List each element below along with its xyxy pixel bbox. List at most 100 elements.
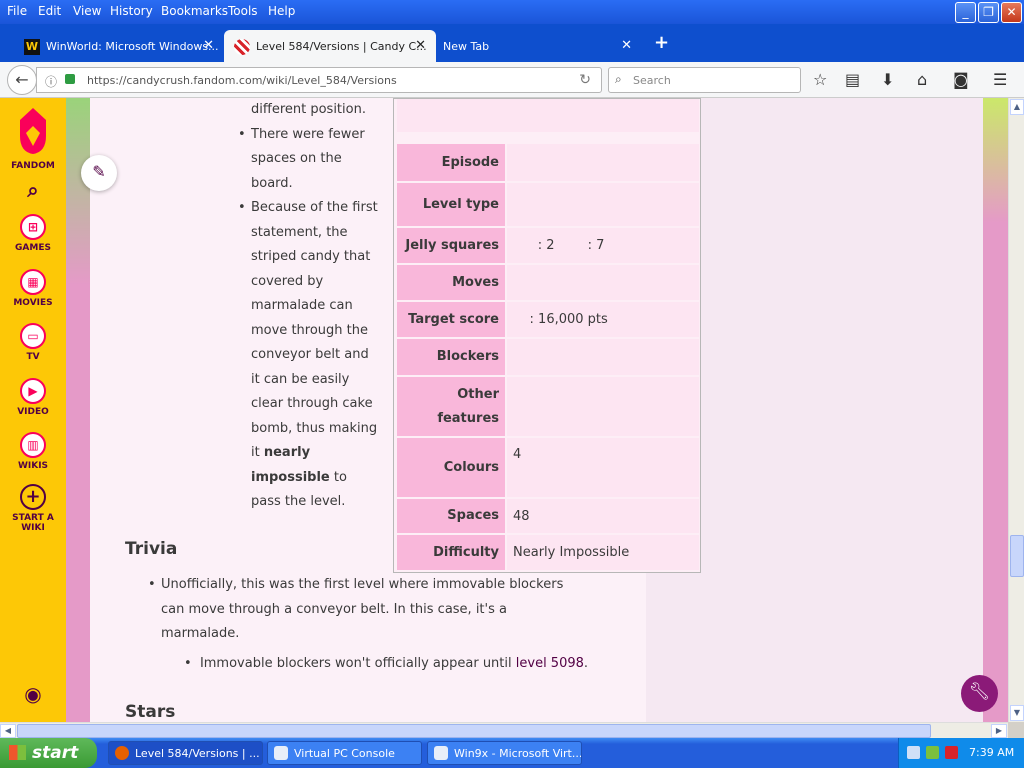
- fandom-logo-icon: [20, 108, 46, 154]
- tab-strip: W WinWorld: Microsoft Windows... ✕ Level…: [0, 24, 1024, 62]
- network-icon[interactable]: [907, 746, 920, 759]
- menu-tools[interactable]: Tools: [228, 4, 258, 18]
- url-bar[interactable]: ⓘ https://candycrush.fandom.com/wiki/Lev…: [36, 67, 602, 93]
- taskbar: start Level 584/Versions | ... Virtual P…: [0, 738, 1024, 768]
- search-icon: ⌕: [615, 72, 622, 86]
- rail-tv[interactable]: ▭ TV: [0, 323, 66, 362]
- taskbar-win9x[interactable]: Win9x - Microsoft Virt...: [427, 741, 582, 765]
- pocket-icon[interactable]: ◙: [953, 70, 969, 89]
- restore-button[interactable]: ❐: [978, 2, 999, 23]
- infobox-row: Difficulty Nearly Impossible: [397, 535, 699, 570]
- menu-history[interactable]: History: [110, 4, 153, 18]
- infobox-row: Moves: [397, 265, 699, 300]
- taskbar-virtual-pc-console[interactable]: Virtual PC Console: [267, 741, 422, 765]
- rail-label: GAMES: [15, 243, 51, 253]
- rail-video[interactable]: ▶ VIDEO: [0, 378, 66, 417]
- home-icon[interactable]: ⌂: [917, 70, 927, 89]
- plus-circle-icon: +: [20, 484, 46, 510]
- navigation-bar: ← ⓘ https://candycrush.fandom.com/wiki/L…: [0, 62, 1024, 98]
- fandom-global-nav: FANDOM ⌕ ⊞ GAMES ▦ MOVIES ▭ TV ▶ VIDEO ▥…: [0, 98, 66, 722]
- menu-help[interactable]: Help: [268, 4, 295, 18]
- close-icon[interactable]: ✕: [415, 38, 426, 53]
- level-5098-link[interactable]: level 5098: [516, 656, 584, 671]
- close-icon[interactable]: ✕: [621, 38, 632, 53]
- tv-icon: ▭: [20, 323, 46, 349]
- tab-new-tab[interactable]: New Tab ✕: [436, 30, 642, 62]
- scroll-left-arrow-icon[interactable]: ◀: [0, 724, 16, 738]
- wrench-icon[interactable]: 🔧︎: [961, 675, 998, 712]
- hamburger-menu-icon[interactable]: ☰: [993, 70, 1007, 89]
- bookmark-star-icon[interactable]: ☆: [813, 70, 827, 89]
- reader-list-icon[interactable]: ▤: [845, 70, 860, 89]
- info-icon[interactable]: ⓘ: [45, 73, 57, 90]
- scroll-up-arrow-icon[interactable]: ▲: [1010, 99, 1024, 115]
- rail-wikis[interactable]: ▥ WIKIS: [0, 432, 66, 471]
- back-arrow-icon[interactable]: ←: [7, 65, 37, 95]
- search-placeholder: Search: [633, 74, 671, 87]
- gamepad-icon: ⊞: [20, 214, 46, 240]
- menu-bookmarks[interactable]: Bookmarks: [161, 4, 228, 18]
- rail-label: MOVIES: [13, 298, 53, 308]
- scroll-down-arrow-icon[interactable]: ▼: [1010, 705, 1024, 721]
- tab-label: Level 584/Versions | Candy C...: [256, 40, 427, 53]
- shield-icon[interactable]: [945, 746, 958, 759]
- user-account-icon[interactable]: ◉: [0, 682, 66, 706]
- menu-file[interactable]: File: [7, 4, 27, 18]
- windows-flag-icon: [9, 745, 26, 760]
- winworld-w-icon: W: [24, 39, 40, 55]
- film-icon: ▦: [20, 269, 46, 295]
- rail-label: FANDOM: [11, 161, 55, 171]
- list-item: • Because of the first statement, the st…: [238, 200, 378, 509]
- trivia-list: • Unofficially, this was the first level…: [148, 573, 588, 647]
- infobox-row: Spaces 48: [397, 499, 699, 533]
- lock-icon: [65, 74, 75, 84]
- vertical-scrollbar[interactable]: ▲ ▼: [1008, 98, 1024, 722]
- play-icon: ▶: [20, 378, 46, 404]
- tab-level-584[interactable]: Level 584/Versions | Candy C... ✕: [224, 30, 436, 62]
- rail-games[interactable]: ⊞ GAMES: [0, 214, 66, 253]
- new-tab-plus-icon[interactable]: +: [654, 32, 669, 53]
- edit-pencil-icon[interactable]: ✎: [81, 155, 117, 191]
- tab-label: New Tab: [443, 40, 490, 53]
- scroll-thumb[interactable]: [1010, 535, 1024, 577]
- infobox-row: Other features: [397, 377, 699, 436]
- scroll-right-arrow-icon[interactable]: ▶: [991, 724, 1007, 738]
- rail-movies[interactable]: ▦ MOVIES: [0, 269, 66, 308]
- rail-label: TV: [26, 352, 40, 362]
- list-item: • There were fewer spaces on the board.: [238, 126, 365, 191]
- trivia-heading: Trivia: [125, 539, 178, 559]
- minimize-button[interactable]: _: [955, 2, 976, 23]
- rail-start-a-wiki[interactable]: + START A WIKI: [0, 484, 66, 533]
- security-icon[interactable]: [926, 746, 939, 759]
- fandom-logo-link[interactable]: FANDOM: [0, 106, 66, 171]
- stars-heading: Stars: [125, 702, 176, 722]
- menu-edit[interactable]: Edit: [38, 4, 61, 18]
- close-icon[interactable]: ✕: [203, 38, 214, 53]
- list-item: • Unofficially, this was the first level…: [148, 577, 564, 641]
- web-page: FANDOM ⌕ ⊞ GAMES ▦ MOVIES ▭ TV ▶ VIDEO ▥…: [0, 98, 1008, 722]
- candy-icon: [234, 39, 250, 55]
- infobox-image-area: [397, 99, 699, 132]
- virtual-pc-icon: [274, 746, 288, 760]
- firefox-icon: [115, 746, 129, 760]
- rail-label: WIKIS: [17, 461, 49, 471]
- background-art: [66, 98, 90, 722]
- rail-label: VIDEO: [17, 407, 49, 417]
- taskbar-firefox[interactable]: Level 584/Versions | ...: [108, 741, 263, 765]
- tab-winworld[interactable]: W WinWorld: Microsoft Windows... ✕: [14, 30, 224, 62]
- download-icon[interactable]: ⬇: [881, 70, 894, 89]
- start-button[interactable]: start: [0, 738, 97, 768]
- close-window-button[interactable]: ✕: [1001, 2, 1022, 23]
- scroll-thumb[interactable]: [17, 724, 931, 738]
- rail-label: START A WIKI: [12, 513, 54, 533]
- infobox-row: Colours 4: [397, 438, 699, 497]
- url-text[interactable]: https://candycrush.fandom.com/wiki/Level…: [87, 74, 397, 87]
- horizontal-scrollbar[interactable]: ◀ ▶: [0, 722, 1008, 738]
- reload-icon[interactable]: ↻: [579, 72, 591, 88]
- search-icon[interactable]: ⌕: [0, 178, 66, 202]
- bold-text: nearly impossible: [251, 445, 330, 485]
- infobox-row: Target score : 16,000 pts: [397, 302, 699, 337]
- search-input[interactable]: ⌕ Search: [608, 67, 801, 93]
- system-tray: 7:39 AM: [898, 738, 1024, 768]
- menu-view[interactable]: View: [73, 4, 101, 18]
